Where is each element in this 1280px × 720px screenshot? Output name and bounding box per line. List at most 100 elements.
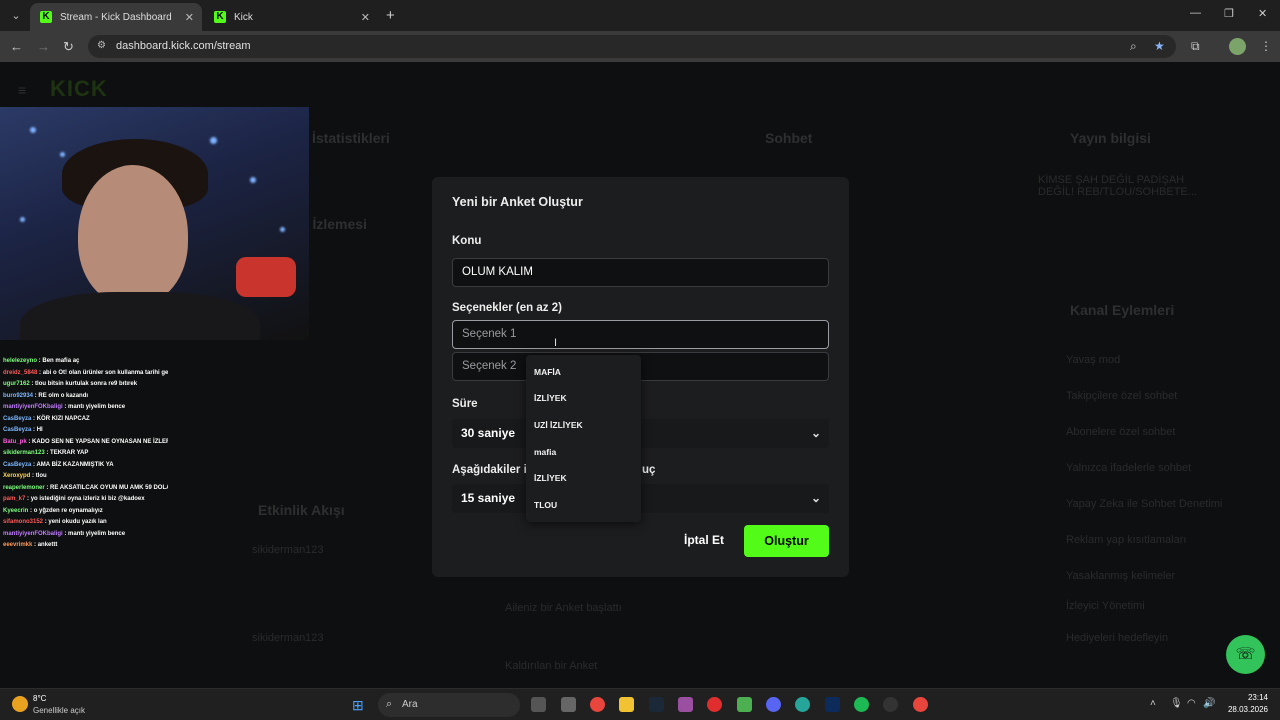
chat-username[interactable]: mantiyiyenFOKbaligi (3, 531, 63, 537)
led-light (60, 152, 65, 157)
weather-sun-icon[interactable] (12, 696, 28, 712)
spotify-icon[interactable] (854, 697, 869, 712)
action-item[interactable]: Yavaş mod (1066, 354, 1120, 366)
app-icon[interactable] (883, 697, 898, 712)
chat-message: CasBeyza : HI (3, 425, 168, 437)
wifi-icon[interactable]: ◠ (1187, 698, 1196, 709)
chat-username[interactable]: reaperlemoner (3, 485, 45, 491)
duration-label: Süre (452, 398, 478, 410)
chat-message: CasBeyza : AMA BİZ KAZANMIŞTIK YA (3, 460, 168, 472)
autocomplete-item[interactable]: İZLİYEK (534, 393, 567, 403)
autocomplete-item[interactable]: İZLİYEK (534, 473, 567, 483)
hamburger-menu-icon[interactable]: ≡ (18, 82, 26, 98)
autocomplete-item[interactable]: mafia (534, 447, 556, 457)
tab-title: Kick (234, 11, 253, 23)
profile-avatar[interactable] (1229, 38, 1246, 55)
panel-channel-actions-title: Kanal Eylemleri (1070, 302, 1175, 318)
chat-username[interactable]: mantiyiyenFOKbaligi (3, 404, 63, 410)
chat-message: CasBeyza : KÖR KIZI NAPCAZ (3, 414, 168, 426)
task-view-icon[interactable] (531, 697, 546, 712)
chat-username[interactable]: buro92934 (3, 393, 33, 399)
chat-username[interactable]: ugur7162 (3, 381, 30, 387)
app-icon[interactable] (678, 697, 693, 712)
chat-message: sifamono3152 : yeni okudu yazık lan (3, 517, 168, 529)
chat-username[interactable]: eeevrimkk (3, 542, 32, 548)
chat-message: dreidz_5848 : abi o Ot! olan ürünler son… (3, 368, 168, 380)
extensions-icon[interactable]: ⧉ (1191, 39, 1200, 54)
menu-kebab-icon[interactable]: ⋮ (1260, 39, 1272, 53)
option-2-placeholder: Seçenek 2 (462, 360, 517, 372)
chat-text: KADO SEN NE YAPSAN NE OYNASAN NE İZLERSE… (32, 438, 168, 445)
app-icon[interactable] (795, 697, 810, 712)
minimize-icon[interactable]: — (1190, 7, 1201, 19)
stream-title-text: KİMSE ŞAH DEĞİL PADİŞAH DEĞİL! REB/TLOU/… (1038, 174, 1197, 198)
action-item[interactable]: Abonelere özel sohbet (1066, 426, 1175, 438)
search-placeholder: Ara (402, 699, 418, 710)
autocomplete-item[interactable]: TLOU (534, 500, 557, 510)
chat-username[interactable]: Kyeecrin (3, 508, 28, 514)
taskbar-search[interactable]: ⌕ Ara (378, 693, 520, 717)
maximize-icon[interactable]: ❐ (1224, 7, 1234, 20)
tab-kick[interactable]: K Kick ✕ (204, 3, 378, 31)
topic-input[interactable]: OLUM KALIM (452, 258, 829, 287)
option-1-input[interactable]: Seçenek 1 (452, 320, 829, 349)
app-icon[interactable] (561, 697, 576, 712)
chat-username[interactable]: sikiderman123 (3, 450, 45, 456)
zoom-icon[interactable]: ⌕ (1130, 39, 1137, 54)
opera-icon[interactable] (707, 697, 722, 712)
chat-username[interactable]: Xeroxypd (3, 473, 30, 479)
chat-username[interactable]: pam_k7 (3, 496, 25, 502)
action-item[interactable]: İzleyici Yönetimi (1066, 600, 1145, 612)
close-window-icon[interactable]: ✕ (1258, 7, 1267, 20)
forward-icon[interactable]: → (37, 39, 50, 54)
chat-username[interactable]: CasBeyza (3, 427, 31, 433)
file-explorer-icon[interactable] (619, 697, 634, 712)
action-item[interactable]: Hediyeleri hedefleyin (1066, 632, 1168, 644)
microphone-icon[interactable]: 🎙 (1170, 698, 1183, 709)
chrome-icon[interactable] (913, 697, 928, 712)
url-field[interactable]: ⚙ dashboard.kick.com/stream (88, 35, 1176, 58)
action-item[interactable]: Yalnızca ifadelerle sohbet (1066, 462, 1191, 474)
autocomplete-item[interactable]: UZİ İZLİYEK (534, 420, 583, 430)
volume-icon[interactable]: 🔊 (1203, 698, 1215, 709)
reload-icon[interactable]: ↻ (63, 39, 74, 55)
new-tab-icon[interactable]: + (386, 7, 395, 24)
chat-text: mantı yiyelim bence (68, 530, 126, 537)
panel-watch-title: n İzlemesi (300, 216, 367, 232)
result-display-value: 15 saniye (461, 491, 516, 505)
close-tab-icon[interactable]: ✕ (361, 11, 370, 24)
back-icon[interactable]: ← (10, 39, 23, 54)
chat-username[interactable]: CasBeyza (3, 462, 31, 468)
action-item[interactable]: Takipçilere özel sohbet (1066, 390, 1177, 402)
action-item[interactable]: Reklam yap kısıtlamaları (1066, 534, 1186, 546)
chat-username[interactable]: sifamono3152 (3, 519, 43, 525)
create-button[interactable]: Oluştur (744, 525, 829, 557)
close-tab-icon[interactable]: ✕ (185, 11, 194, 24)
autocomplete-item[interactable]: MAFİA (534, 367, 561, 377)
chat-overlay: helelezeyno : Ben mafia aç dreidz_5848 : … (3, 356, 168, 552)
duration-value: 30 saniye (461, 426, 516, 440)
discord-icon[interactable] (766, 697, 781, 712)
tray-chevron-icon[interactable]: ˄ (1150, 698, 1156, 709)
options-label: Seçenekler (en az 2) (452, 302, 562, 314)
chat-text: tlou (35, 473, 47, 479)
app-icon[interactable] (737, 697, 752, 712)
steam-icon[interactable] (649, 697, 664, 712)
result-display-label-start: Aşağıdakiler i (452, 464, 527, 476)
tab-stream-dashboard[interactable]: K Stream - Kick Dashboard ✕ (30, 3, 202, 31)
chat-username[interactable]: CasBeyza (3, 416, 31, 422)
action-item[interactable]: Yapay Zeka ile Sohbet Denetimi (1066, 498, 1222, 510)
action-item[interactable]: Yasaklanmış kelimeler (1066, 570, 1175, 582)
tab-search-icon[interactable]: ⌄ (6, 6, 26, 26)
chat-username[interactable]: Batu_pk (3, 439, 27, 445)
chat-username[interactable]: dreidz_5848 (3, 370, 37, 376)
windows-start-icon[interactable]: ⊞ (352, 697, 364, 714)
bookmark-star-icon[interactable]: ★ (1154, 39, 1165, 53)
photoshop-icon[interactable] (825, 697, 840, 712)
cancel-button[interactable]: İptal Et (684, 533, 724, 547)
chrome-icon[interactable] (590, 697, 605, 712)
support-chat-icon[interactable]: ☏ (1226, 635, 1265, 674)
chat-username[interactable]: helelezeyno (3, 358, 37, 364)
chat-text: RE AKSATILCAK OYUN MU AMK 59 DOLAR VERDİ… (50, 484, 168, 491)
site-info-icon[interactable]: ⚙ (97, 40, 106, 51)
